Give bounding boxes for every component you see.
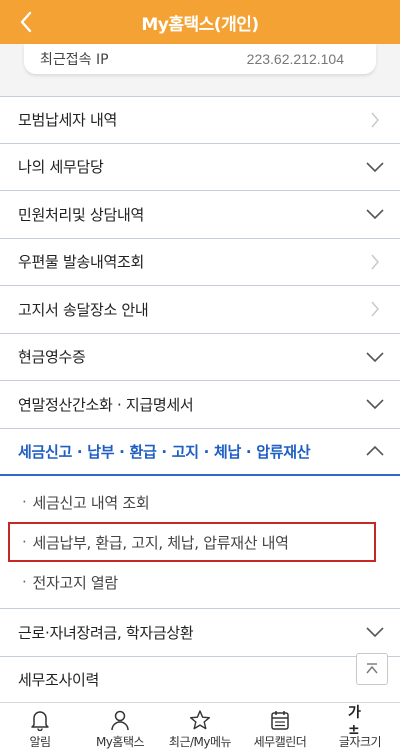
- header-bar: My홈택스(개인): [0, 0, 400, 44]
- nav-label: 알림: [29, 735, 51, 749]
- chevron-left-icon: [20, 11, 32, 33]
- chevron-down-icon: [364, 346, 386, 368]
- menu-item-exemplary-taxpayer[interactable]: 모범납세자 내역: [0, 96, 400, 144]
- recent-ip-value: 223.62.212.104: [246, 51, 344, 67]
- recent-ip-label: 최근접속 IP: [40, 52, 109, 68]
- page-title: My홈택스(개인): [141, 14, 259, 35]
- menu-item-tax-filing-expanded[interactable]: 세금신고 · 납부 · 환급 · 고지 · 체납 · 압류재산: [0, 428, 400, 476]
- arrow-up-icon: [366, 663, 378, 674]
- submenu-item-filing-history[interactable]: · 세금신고 내역 조회: [0, 482, 400, 522]
- ip-area: 최근접속 IP 223.62.212.104: [0, 44, 400, 96]
- chevron-down-icon: [364, 621, 386, 643]
- menu-item-label: 우편물 발송내역조회: [18, 253, 144, 272]
- menu-item-label: 세금신고 · 납부 · 환급 · 고지 · 체납 · 압류재산: [18, 442, 311, 461]
- submenu-item-label: 전자고지 열람: [32, 573, 118, 592]
- menu-item-label: 민원처리및 상담내역: [18, 205, 144, 224]
- menu-item-label: 나의 세무담당: [18, 158, 104, 177]
- menu-item-tax-audit-history[interactable]: 세무조사이력: [0, 656, 400, 704]
- submenu-item-payment-refund-history[interactable]: · 세금납부, 환급, 고지, 체납, 압류재산 내역: [8, 522, 376, 562]
- back-button[interactable]: [10, 6, 42, 38]
- submenu-tax-filing: · 세금신고 내역 조회 · 세금납부, 환급, 고지, 체납, 압류재산 내역…: [0, 476, 400, 609]
- chevron-right-icon: [364, 251, 386, 273]
- menu-item-year-end-settlement[interactable]: 연말정산간소화 · 지급명세서: [0, 381, 400, 429]
- nav-label: 세무캘린더: [253, 735, 307, 749]
- nav-my-hometax[interactable]: My홈택스: [80, 709, 160, 750]
- menu-item-incentives[interactable]: 근로·자녀장려금, 학자금상환: [0, 609, 400, 657]
- chevron-down-icon: [364, 203, 386, 225]
- chevron-down-icon: [364, 393, 386, 415]
- nav-font-size[interactable]: 가± 글자크기: [320, 705, 400, 750]
- star-icon: [188, 709, 212, 731]
- scroll-top-button[interactable]: [356, 653, 388, 685]
- menu-item-label: 고지서 송달장소 안내: [18, 300, 149, 319]
- person-icon: [108, 709, 132, 731]
- menu-item-cash-receipt[interactable]: 현금영수증: [0, 333, 400, 381]
- submenu-item-label: 세금납부, 환급, 고지, 체납, 압류재산 내역: [32, 533, 289, 552]
- nav-label: My홈택스: [95, 735, 145, 749]
- chevron-up-icon: [364, 440, 386, 462]
- menu-item-label: 연말정산간소화 · 지급명세서: [18, 395, 194, 414]
- bottom-navigation: 알림 My홈택스 최근/My메뉴 세무캘린더 가± 글자크기: [0, 702, 400, 756]
- calendar-icon: [268, 709, 292, 731]
- bullet: ·: [22, 573, 27, 591]
- submenu-item-label: 세금신고 내역 조회: [32, 493, 150, 512]
- chevron-right-icon: [364, 109, 386, 131]
- bullet: ·: [22, 493, 27, 511]
- menu-item-label: 현금영수증: [18, 348, 86, 367]
- bell-icon: [28, 709, 52, 731]
- menu-item-mail-history[interactable]: 우편물 발송내역조회: [0, 238, 400, 286]
- font-size-icon: 가±: [348, 705, 361, 738]
- nav-tax-calendar[interactable]: 세무캘린더: [240, 709, 320, 750]
- nav-notifications[interactable]: 알림: [0, 709, 80, 750]
- submenu-item-e-notice[interactable]: · 전자고지 열람: [0, 562, 400, 602]
- menu-item-notice-delivery[interactable]: 고지서 송달장소 안내: [0, 286, 400, 334]
- menu-item-label: 세무조사이력: [18, 671, 100, 690]
- menu-item-label: 모범납세자 내역: [18, 111, 117, 130]
- menu-item-tax-officer[interactable]: 나의 세무담당: [0, 143, 400, 191]
- nav-label: 최근/My메뉴: [168, 735, 232, 749]
- nav-label: 글자크기: [338, 735, 382, 749]
- chevron-down-icon: [364, 156, 386, 178]
- menu-list: 모범납세자 내역 나의 세무담당 민원처리및 상담내역 우편물 발송내역조회 고…: [0, 96, 400, 704]
- nav-recent-my-menu[interactable]: 최근/My메뉴: [160, 709, 240, 750]
- menu-item-label: 근로·자녀장려금, 학자금상환: [18, 623, 194, 642]
- menu-item-civil-complaints[interactable]: 민원처리및 상담내역: [0, 191, 400, 239]
- recent-ip-card: 최근접속 IP 223.62.212.104: [24, 44, 376, 74]
- bullet: ·: [22, 533, 27, 551]
- chevron-right-icon: [364, 298, 386, 320]
